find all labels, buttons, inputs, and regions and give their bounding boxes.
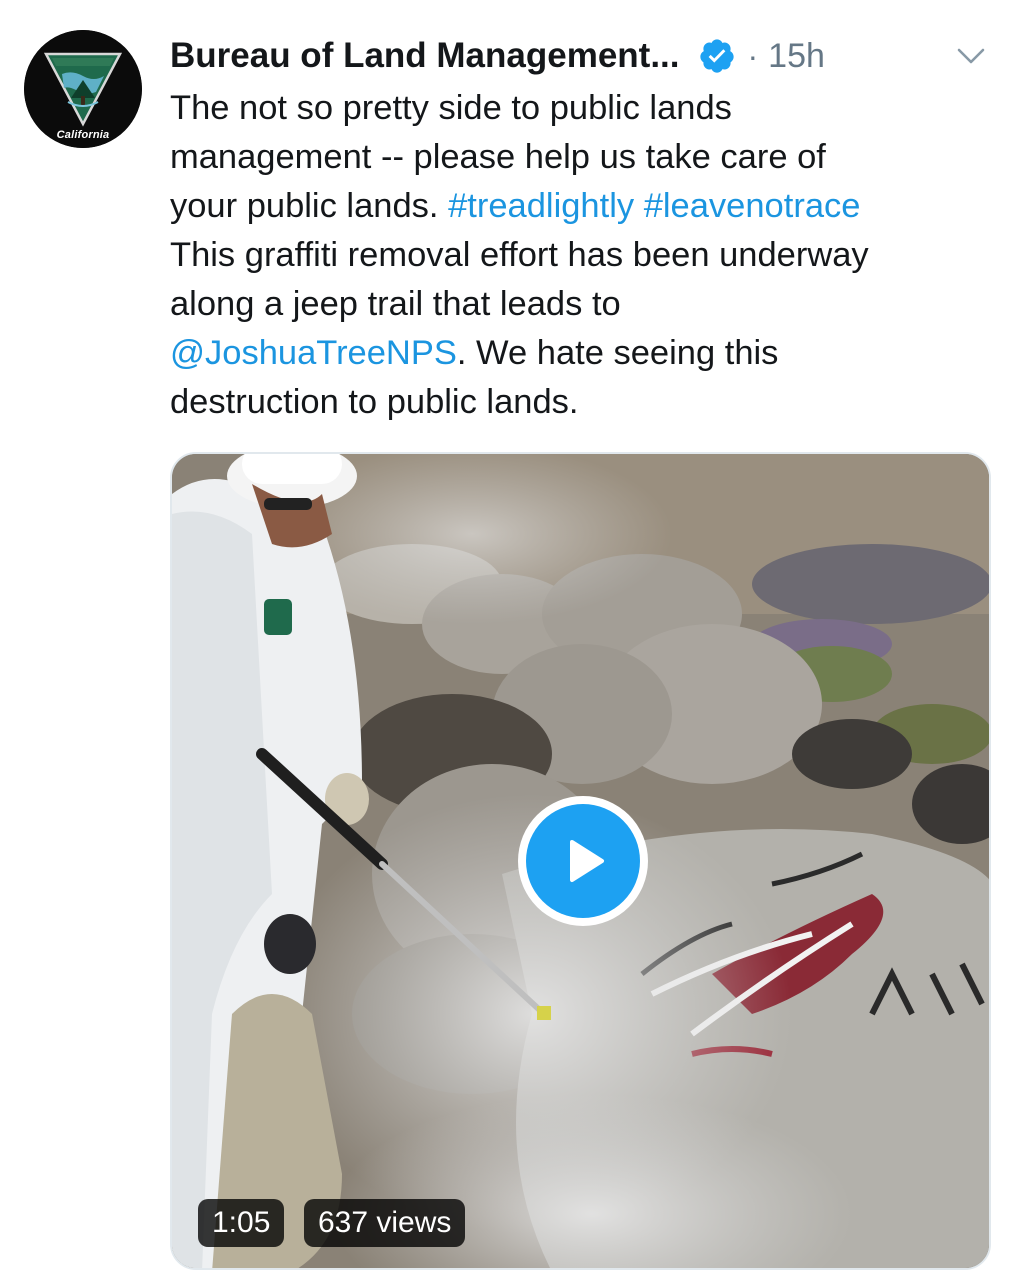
view-count: 637 views [304, 1199, 466, 1247]
video-player[interactable]: 1:05 637 views [170, 452, 991, 1270]
video-duration: 1:05 [198, 1199, 285, 1247]
tweet-text-fragment: . We hate seeing this [456, 334, 779, 372]
tweet-text: The not so pretty side to public lands m… [170, 84, 1000, 427]
tweet-text-line: destruction to public lands. [170, 383, 579, 421]
author-name[interactable]: Bureau of Land Management... [170, 36, 680, 76]
avatar-label: California [56, 129, 110, 141]
play-button[interactable] [518, 796, 648, 926]
play-icon [570, 840, 604, 882]
verified-badge-icon [699, 39, 734, 73]
tweet-text-line: along a jeep trail that leads to [170, 285, 621, 323]
hashtag-link[interactable]: #leavenotrace [644, 187, 861, 225]
tweet-text-line: your public lands. #treadlightly #leaven… [170, 182, 1000, 231]
chevron-down-icon[interactable] [954, 40, 988, 72]
hashtag-link[interactable]: #treadlightly [448, 187, 634, 225]
play-button-inner [526, 804, 640, 918]
tweet[interactable]: California Bureau of Land Management... … [0, 0, 1016, 1280]
separator-dot: · [747, 37, 759, 74]
tweet-text-line: The not so pretty side to public lands [170, 89, 732, 127]
tweet-header: Bureau of Land Management... · 15h [170, 32, 992, 80]
tweet-text-line: This graffiti removal effort has been un… [170, 236, 869, 274]
tweet-text-line: @JoshuaTreeNPS. We hate seeing this [170, 329, 1000, 378]
tweet-text-fragment: your public lands. [170, 187, 449, 225]
timestamp[interactable]: 15h [768, 37, 825, 76]
tweet-text-line: management -- please help us take care o… [170, 138, 826, 176]
mention-link[interactable]: @JoshuaTreeNPS [170, 334, 457, 372]
avatar[interactable]: California [24, 30, 142, 148]
